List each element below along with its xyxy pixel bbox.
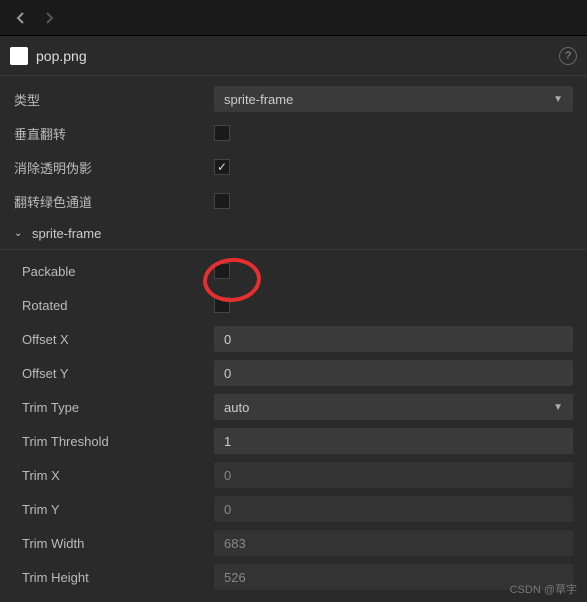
type-value: sprite-frame [224,92,293,107]
rotated-label: Rotated [14,298,214,313]
forward-button[interactable] [38,6,62,30]
rotated-checkbox[interactable] [214,297,230,313]
offset-x-row: Offset X [0,322,587,356]
section-title: sprite-frame [32,226,101,241]
back-button[interactable] [8,6,32,30]
trim-threshold-row: Trim Threshold [0,424,587,458]
type-row: 类型 sprite-frame ▼ [0,82,587,116]
properties-panel: 类型 sprite-frame ▼ 垂直翻转 消除透明伪影 ✓ 翻转绿色通道 ⌄… [0,76,587,600]
flip-green-checkbox[interactable] [214,193,230,209]
flip-vertical-row: 垂直翻转 [0,116,587,150]
packable-checkbox[interactable] [214,263,230,279]
trim-threshold-label: Trim Threshold [14,434,214,449]
trim-x-input [214,462,573,488]
remove-ghost-checkbox[interactable]: ✓ [214,159,230,175]
flip-green-row: 翻转绿色通道 [0,184,587,218]
file-icon [10,47,28,65]
file-header: pop.png ? [0,36,587,76]
offset-y-input[interactable] [214,360,573,386]
watermark: CSDN @草字 [510,581,577,597]
type-label: 类型 [14,90,214,109]
rotated-row: Rotated [0,288,587,322]
trim-height-row: Trim Height [0,560,587,594]
flip-vertical-label: 垂直翻转 [14,124,214,143]
trim-type-label: Trim Type [14,400,214,415]
chevron-right-icon [46,12,54,24]
trim-type-row: Trim Type auto ▼ [0,390,587,424]
offset-x-input[interactable] [214,326,573,352]
chevron-down-icon: ▼ [553,94,563,105]
trim-y-row: Trim Y [0,492,587,526]
trim-x-label: Trim X [14,468,214,483]
remove-ghost-row: 消除透明伪影 ✓ [0,150,587,184]
trim-height-label: Trim Height [14,570,214,585]
help-icon[interactable]: ? [559,47,577,65]
trim-threshold-input[interactable] [214,428,573,454]
chevron-down-icon: ⌄ [14,228,26,239]
packable-row: Packable [0,254,587,288]
type-select[interactable]: sprite-frame ▼ [214,86,573,112]
packable-label: Packable [14,264,214,279]
file-name: pop.png [36,48,551,64]
flip-vertical-checkbox[interactable] [214,125,230,141]
chevron-down-icon: ▼ [553,402,563,413]
trim-width-input [214,530,573,556]
trim-type-select[interactable]: auto ▼ [214,394,573,420]
offset-y-row: Offset Y [0,356,587,390]
chevron-left-icon [16,12,24,24]
trim-type-value: auto [224,400,249,415]
trim-y-input [214,496,573,522]
navigation-bar [0,0,587,36]
section-header[interactable]: ⌄ sprite-frame [0,218,587,250]
flip-green-label: 翻转绿色通道 [14,192,214,211]
remove-ghost-label: 消除透明伪影 [14,158,214,177]
offset-y-label: Offset Y [14,366,214,381]
offset-x-label: Offset X [14,332,214,347]
trim-width-label: Trim Width [14,536,214,551]
trim-x-row: Trim X [0,458,587,492]
trim-y-label: Trim Y [14,502,214,517]
trim-width-row: Trim Width [0,526,587,560]
